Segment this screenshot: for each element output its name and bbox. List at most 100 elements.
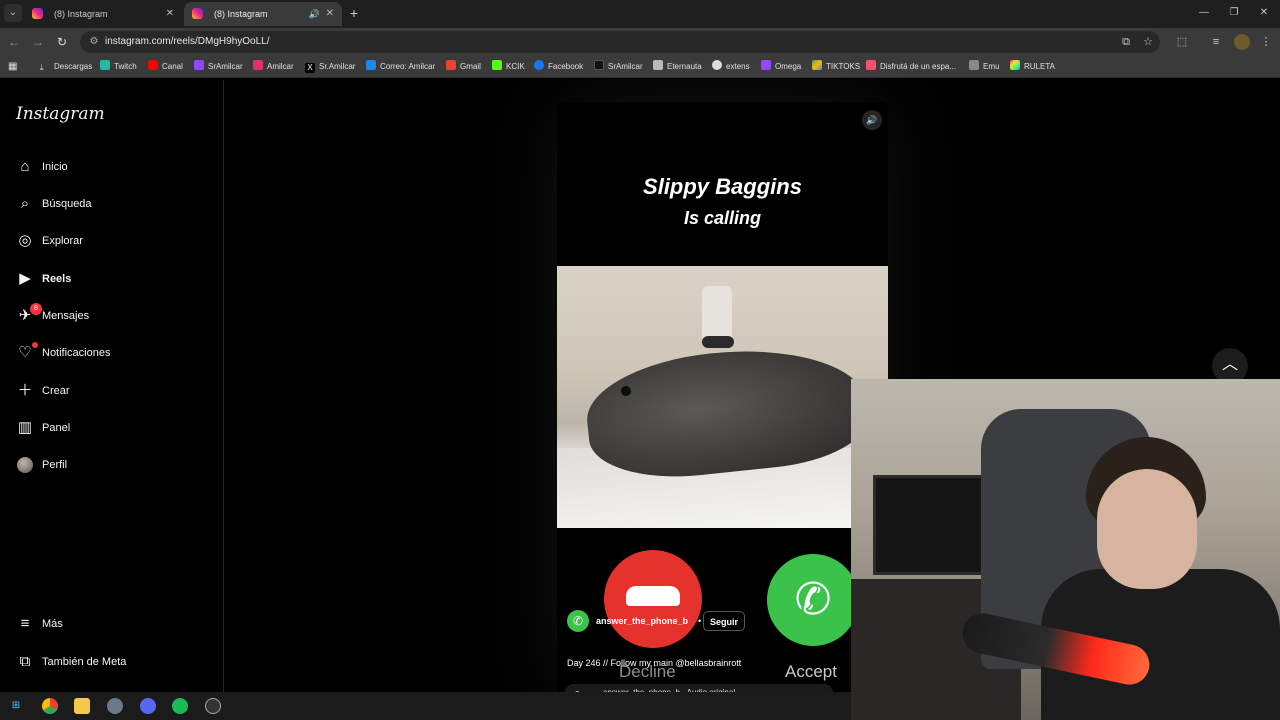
bookmark-extens[interactable]: extens: [712, 56, 750, 78]
bookmark-emu[interactable]: Emu: [969, 56, 999, 78]
tab-title: (8) Instagram: [54, 9, 108, 19]
search-icon: ⌕: [20, 195, 30, 212]
obs-icon[interactable]: [205, 698, 221, 714]
new-tab-button[interactable]: +: [346, 4, 362, 22]
forward-icon[interactable]: →: [30, 34, 46, 50]
tab-title: (8) Instagram: [214, 9, 268, 19]
windows-start-icon[interactable]: ⊞: [8, 698, 24, 714]
bookmark-sramilcar[interactable]: SrAmilcar: [194, 56, 243, 78]
extensions-icon[interactable]: ⬚: [1174, 34, 1190, 50]
spotify-icon[interactable]: [172, 698, 188, 714]
webcam-overlay: [851, 379, 1280, 720]
address-bar[interactable]: ⚙ instagram.com/reels/DMgH9hyOoLL/ ⧉ ☆: [80, 31, 1160, 53]
nav-label: Mensajes: [42, 310, 90, 322]
messages-badge: 8: [30, 303, 42, 315]
bookmark-star-icon[interactable]: ☆: [1140, 34, 1156, 50]
nav-label: Panel: [42, 422, 71, 434]
nav-perfil[interactable]: Perfil: [12, 448, 212, 482]
nav-panel[interactable]: ▥ Panel: [12, 411, 212, 445]
owner-avatar[interactable]: ✆: [567, 610, 589, 632]
nav-inicio[interactable]: ⌂ Inicio: [12, 150, 212, 184]
nav-notificaciones[interactable]: ♡ Notificaciones: [12, 336, 212, 370]
app-icon[interactable]: [107, 698, 123, 714]
bookmark-omega[interactable]: Omega: [761, 56, 801, 78]
nav-label: Crear: [42, 385, 70, 397]
nav-tambien-de-meta[interactable]: ⧉ También de Meta: [12, 645, 212, 679]
media-controls-icon[interactable]: ≡: [1208, 34, 1224, 50]
phone-icon: ✆: [794, 575, 832, 624]
nav-explorar[interactable]: ◎ Explorar: [12, 224, 212, 258]
home-icon: ⌂: [20, 158, 30, 175]
nav-mensajes[interactable]: ✈ 8 Mensajes: [12, 299, 212, 333]
seal-video-frame: [557, 266, 888, 528]
reel-caption[interactable]: Day 246 // Follow my main @bellasbrainro…: [567, 658, 741, 668]
bookmark-sramilcar-tiktok[interactable]: SrAmilcar: [594, 56, 643, 78]
site-info-icon[interactable]: ⚙: [86, 34, 102, 50]
menu-kebab-icon[interactable]: ⋮: [1258, 34, 1274, 50]
tab-search-button[interactable]: ⌄: [4, 4, 22, 22]
accept-label: Accept: [785, 662, 837, 681]
nav-label: Reels: [42, 273, 72, 285]
person-shoe: [702, 336, 734, 348]
close-tab-icon[interactable]: ✕: [326, 2, 334, 26]
back-icon[interactable]: ←: [6, 34, 22, 50]
reels-icon: ▶: [19, 270, 31, 287]
seal-eye: [621, 386, 631, 396]
bookmark-correo[interactable]: Correo: Amilcar: [366, 56, 435, 78]
reel-video[interactable]: 🔊 Slippy Baggins Is calling ✆ Decline Ac…: [557, 102, 888, 692]
profile-avatar[interactable]: [1234, 34, 1250, 50]
bookmark-canal[interactable]: Canal: [148, 56, 183, 78]
bookmark-gmail[interactable]: Gmail: [446, 56, 481, 78]
instagram-logo[interactable]: Instagram: [16, 104, 105, 124]
nav-label: Más: [42, 618, 63, 630]
install-app-icon[interactable]: ⧉: [1118, 34, 1134, 50]
decline-call-graphic: [604, 550, 702, 648]
url-text[interactable]: instagram.com/reels/DMgH9hyOoLL/: [105, 31, 270, 53]
sound-toggle-icon[interactable]: 🔊: [862, 110, 882, 130]
bookmark-descargas[interactable]: ⤓ Descargas: [40, 56, 92, 78]
bookmark-twitch[interactable]: Twitch: [100, 56, 137, 78]
bookmark-disfruta[interactable]: Disfrutá de un espa...: [866, 56, 956, 78]
file-explorer-icon[interactable]: [74, 698, 90, 714]
discord-icon[interactable]: [140, 698, 156, 714]
nav-label: Explorar: [42, 235, 83, 247]
instagram-favicon-icon: [192, 8, 203, 19]
menu-icon: ≡: [20, 615, 30, 632]
bookmark-ruleta[interactable]: RULETA: [1010, 56, 1055, 78]
nav-label: Notificaciones: [42, 347, 111, 359]
owner-username[interactable]: answer_the_phone_b: [596, 610, 688, 632]
browser-tab-strip: ⌄ (8) Instagram ✕ (8) Instagram 🔊 ✕ + — …: [0, 0, 1280, 28]
bookmark-kcik[interactable]: KCIK: [492, 56, 525, 78]
follow-button[interactable]: Seguir: [703, 611, 746, 631]
notification-dot: [32, 342, 38, 348]
window-close-icon[interactable]: ✕: [1256, 4, 1272, 22]
sidebar: Instagram ⌂ Inicio ⌕ Búsqueda ◎ Explorar…: [0, 80, 224, 692]
bookmark-tiktoks[interactable]: TIKTOKS: [812, 56, 860, 78]
bookmark-eternauta[interactable]: Eternauta: [653, 56, 702, 78]
browser-tab-1[interactable]: (8) Instagram ✕: [24, 2, 182, 26]
nav-busqueda[interactable]: ⌕ Búsqueda: [12, 187, 212, 221]
close-tab-icon[interactable]: ✕: [166, 2, 174, 26]
nav-crear[interactable]: ＋ Crear: [12, 374, 212, 408]
restore-icon[interactable]: ❐: [1226, 4, 1242, 22]
nav-label: Búsqueda: [42, 198, 92, 210]
minimize-icon[interactable]: —: [1196, 4, 1212, 22]
audio-text: answer_the_phone_b · Audio original: [603, 684, 735, 692]
bookmark-amilcar[interactable]: Amilcar: [253, 56, 294, 78]
avatar: [17, 457, 33, 473]
tab-audio-icon[interactable]: 🔊: [309, 2, 320, 26]
plus-icon: ＋: [17, 382, 33, 399]
accept-call-graphic: ✆: [767, 554, 859, 646]
browser-tab-2-active[interactable]: (8) Instagram 🔊 ✕: [184, 2, 342, 26]
chrome-icon[interactable]: [42, 698, 58, 714]
windows-taskbar: ⊞: [0, 692, 851, 720]
apps-grid-icon[interactable]: ▦: [8, 56, 17, 78]
nav-reels[interactable]: ▶ Reels: [12, 262, 212, 296]
bookmark-sr-amilcar-x[interactable]: X Sr.Amilcar: [305, 56, 355, 78]
reload-icon[interactable]: ↻: [54, 34, 70, 50]
bookmark-facebook[interactable]: Facebook: [534, 56, 583, 78]
audio-link[interactable]: ♫ answer_the_phone_b · Audio original: [565, 684, 833, 692]
nav-mas[interactable]: ≡ Más: [12, 607, 212, 641]
nav-label: Perfil: [42, 459, 68, 471]
nav-label: Inicio: [42, 161, 68, 173]
